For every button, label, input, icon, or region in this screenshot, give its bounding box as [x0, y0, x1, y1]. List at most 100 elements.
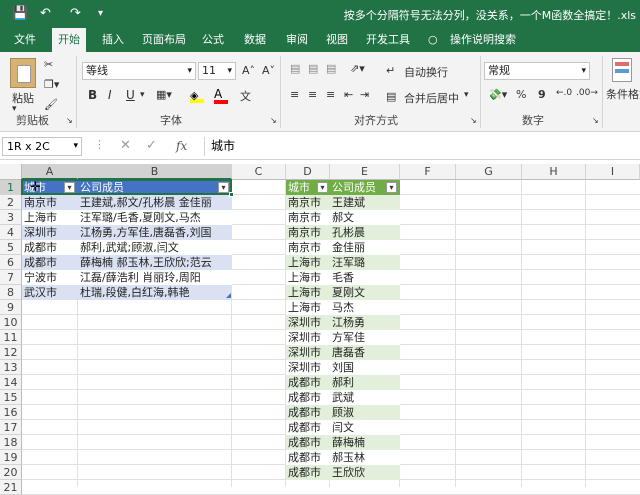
phonetic-button[interactable]: 文: [240, 88, 251, 104]
filter-dropdown-icon[interactable]: ▾: [317, 182, 328, 193]
tab-page-layout[interactable]: 页面布局: [136, 28, 192, 52]
insert-function-button[interactable]: fx: [176, 139, 187, 153]
conditional-format-button[interactable]: 条件格式: [606, 86, 640, 102]
table2-cell-members[interactable]: 夏刚文: [330, 285, 400, 300]
increase-decimal-icon[interactable]: ←.0: [556, 88, 572, 98]
grow-font-button[interactable]: A˄: [242, 64, 255, 77]
table2-cell-members[interactable]: 闫文: [330, 420, 400, 435]
align-right-icon[interactable]: ≡: [326, 88, 335, 101]
align-left-icon[interactable]: ≡: [290, 88, 299, 101]
tab-developer[interactable]: 开发工具: [360, 28, 416, 52]
shrink-font-button[interactable]: A˅: [262, 64, 275, 77]
table1-cell-members[interactable]: 薛梅楠 郝玉林,王欣欣;范云: [78, 255, 232, 270]
align-middle-icon[interactable]: ▤: [308, 62, 318, 75]
table2-cell-members[interactable]: 顾淑: [330, 405, 400, 420]
tab-insert[interactable]: 插入: [96, 28, 130, 52]
comma-button[interactable]: 9: [538, 88, 546, 101]
table2-cell-city[interactable]: 成都市: [286, 465, 330, 480]
table2-cell-members[interactable]: 孔彬晨: [330, 225, 400, 240]
table2-cell-city[interactable]: 成都市: [286, 420, 330, 435]
worksheet-grid[interactable]: ABCDEFGHI 1 2 3 4 5 6 7 8 9 10 11 12 13 14 15 16 17 18 19 2…: [0, 164, 640, 495]
bold-button[interactable]: B: [88, 88, 97, 102]
tell-me-search[interactable]: 操作说明搜索: [444, 28, 522, 52]
table1-cell-members[interactable]: 江磊/薛浩利 肖丽玲,周阳: [78, 270, 232, 285]
table2-cell-city[interactable]: 南京市: [286, 240, 330, 255]
table2-cell-members[interactable]: 郝玉林: [330, 450, 400, 465]
fill-color-icon[interactable]: ◈: [190, 89, 204, 103]
filter-dropdown-icon[interactable]: ▾: [386, 182, 397, 193]
table1-cell-city[interactable]: 宁波市: [22, 270, 78, 285]
column-header-b[interactable]: B: [78, 164, 232, 180]
row-header-3[interactable]: 3: [0, 210, 22, 225]
row-header-10[interactable]: 10: [0, 315, 22, 330]
underline-dropdown-icon[interactable]: ▾: [140, 90, 145, 100]
merge-dropdown-icon[interactable]: ▾: [464, 90, 469, 100]
row-header-14[interactable]: 14: [0, 375, 22, 390]
tab-data[interactable]: 数据: [238, 28, 272, 52]
row-header-20[interactable]: 20: [0, 465, 22, 480]
column-header-e[interactable]: E: [330, 164, 400, 180]
table2-cell-members[interactable]: 武斌: [330, 390, 400, 405]
format-painter-icon[interactable]: 🖌: [44, 98, 58, 111]
borders-icon[interactable]: ▦▾: [156, 88, 172, 101]
row-header-2[interactable]: 2: [0, 195, 22, 210]
row-header-11[interactable]: 11: [0, 330, 22, 345]
percent-button[interactable]: %: [516, 88, 526, 101]
table2-cell-members[interactable]: 王建斌: [330, 195, 400, 210]
table2-cell-city[interactable]: 上海市: [286, 300, 330, 315]
table2-cell-city[interactable]: 成都市: [286, 435, 330, 450]
table2-cell-members[interactable]: 郝利: [330, 375, 400, 390]
tab-review[interactable]: 审阅: [280, 28, 314, 52]
column-header-a[interactable]: A: [22, 164, 78, 180]
decrease-indent-icon[interactable]: ⇤: [344, 88, 353, 101]
number-format-select[interactable]: 常规 ▾: [484, 62, 590, 80]
italic-button[interactable]: I: [108, 88, 112, 102]
table2-cell-members[interactable]: 薛梅楠: [330, 435, 400, 450]
currency-icon[interactable]: 💸▾: [488, 88, 507, 101]
column-header-d[interactable]: D: [286, 164, 330, 180]
align-bottom-icon[interactable]: ▤: [326, 62, 336, 75]
row-header-17[interactable]: 17: [0, 420, 22, 435]
row-header-13[interactable]: 13: [0, 360, 22, 375]
table2-cell-city[interactable]: 上海市: [286, 270, 330, 285]
table2-cell-members[interactable]: 江杨勇: [330, 315, 400, 330]
undo-icon[interactable]: ↶: [40, 6, 51, 21]
table2-cell-city[interactable]: 成都市: [286, 375, 330, 390]
table2-cell-members[interactable]: 刘国: [330, 360, 400, 375]
table2-cell-city[interactable]: 深圳市: [286, 330, 330, 345]
align-center-icon[interactable]: ≡: [308, 88, 317, 101]
formula-input[interactable]: 城市: [204, 137, 638, 156]
table1-cell-city[interactable]: 武汉市: [22, 285, 78, 300]
table2-cell-members[interactable]: 汪军璐: [330, 255, 400, 270]
fill-handle[interactable]: [229, 192, 234, 197]
table2-cell-city[interactable]: 南京市: [286, 225, 330, 240]
row-header-7[interactable]: 7: [0, 270, 22, 285]
wrap-text-button[interactable]: 自动换行: [404, 64, 448, 80]
row-header-16[interactable]: 16: [0, 405, 22, 420]
table2-cell-members[interactable]: 马杰: [330, 300, 400, 315]
table2-cell-city[interactable]: 深圳市: [286, 315, 330, 330]
table2-cell-members[interactable]: 金佳丽: [330, 240, 400, 255]
table2-cell-members[interactable]: 王欣欣: [330, 465, 400, 480]
tab-formulas[interactable]: 公式: [196, 28, 230, 52]
number-launcher-icon[interactable]: ↘: [592, 116, 599, 125]
table1-cell-city[interactable]: 成都市: [22, 255, 78, 270]
table2-cell-city[interactable]: 南京市: [286, 210, 330, 225]
table2-cell-city[interactable]: 南京市: [286, 195, 330, 210]
row-header-8[interactable]: 8: [0, 285, 22, 300]
cut-icon[interactable]: ✂: [44, 58, 53, 71]
column-header-g[interactable]: G: [456, 164, 522, 180]
copy-icon[interactable]: ❐▾: [44, 78, 59, 91]
customize-toolbar-icon[interactable]: ▾: [98, 8, 103, 19]
row-header-21[interactable]: 21: [0, 480, 22, 495]
font-name-select[interactable]: 等线 ▾: [82, 62, 196, 80]
tab-file[interactable]: 文件: [8, 28, 42, 52]
name-box[interactable]: 1R x 2C ▾: [2, 137, 82, 156]
conditional-format-icon[interactable]: [612, 58, 632, 82]
merge-center-button[interactable]: 合并后居中: [404, 90, 459, 106]
save-icon[interactable]: 💾: [12, 6, 28, 21]
table2-cell-city[interactable]: 深圳市: [286, 345, 330, 360]
cancel-icon[interactable]: ✕: [120, 138, 131, 153]
table2-cell-members[interactable]: 方军佳: [330, 330, 400, 345]
row-header-1[interactable]: 1: [0, 180, 22, 195]
